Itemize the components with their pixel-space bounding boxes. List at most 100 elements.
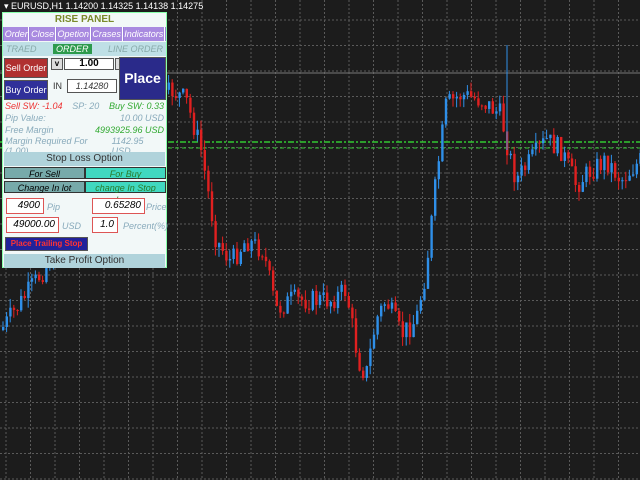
candle-body — [228, 259, 232, 261]
candle-body — [207, 170, 210, 192]
for-sell-button[interactable]: For Sell — [4, 167, 85, 179]
candle-body — [502, 103, 505, 132]
candle-body — [200, 129, 203, 150]
in-label: IN — [53, 81, 62, 91]
candle-body — [380, 305, 383, 317]
candle-body — [513, 153, 516, 183]
candle-body — [549, 134, 552, 139]
buy-swap: Buy SW: 0.33 — [108, 101, 164, 111]
candle-body — [243, 243, 246, 252]
lot-input[interactable]: 1.00 — [64, 58, 114, 70]
candle-body — [416, 310, 419, 325]
candle-body — [329, 301, 332, 307]
candle-body — [423, 288, 426, 300]
candle-body — [5, 316, 8, 327]
candle-body — [27, 281, 30, 299]
candle-body — [581, 182, 584, 192]
candle-body — [41, 280, 44, 282]
percent-input[interactable]: 1.0 — [92, 217, 118, 233]
candle-body — [621, 180, 624, 182]
entry-price-input[interactable]: 1.14280 — [67, 79, 117, 93]
candle-body — [326, 292, 329, 307]
place-button[interactable]: Place — [119, 57, 166, 100]
candle-body — [376, 316, 379, 335]
candle-body — [585, 166, 588, 183]
menu-order[interactable]: Order — [4, 27, 30, 41]
candle-body — [570, 158, 574, 167]
candle-body — [261, 256, 264, 258]
usd-input[interactable]: 49000.00 — [6, 217, 59, 233]
rise-panel: RISE PANEL Order Close Opetion Crases In… — [2, 12, 168, 268]
candle-body — [401, 321, 404, 338]
change-in-lot-button[interactable]: Change In lot — [4, 181, 85, 193]
candle-body — [441, 124, 444, 162]
candle-body — [524, 165, 527, 170]
candle-body — [405, 322, 408, 338]
candle-body — [448, 94, 451, 99]
candle-body — [185, 88, 188, 98]
candle-body — [606, 155, 610, 173]
candle-body — [408, 322, 412, 338]
candle-body — [318, 295, 322, 305]
candle-body — [236, 248, 239, 264]
menu-opetion[interactable]: Opetion — [56, 27, 91, 41]
candle-body — [596, 158, 599, 179]
candle-body — [509, 153, 512, 156]
candle-body — [232, 248, 235, 260]
candle-body — [610, 163, 613, 173]
candle-body — [210, 191, 214, 222]
candle-body — [45, 267, 48, 282]
candle-body — [578, 185, 581, 192]
lot-decrease-button[interactable]: v — [51, 58, 63, 70]
candle-body — [459, 97, 462, 100]
for-buy-button[interactable]: For Buy — [85, 167, 166, 179]
chart-title: ▾ EURUSD,H1 1.14200 1.14325 1.14138 1.14… — [0, 0, 203, 12]
candle-body — [567, 152, 570, 159]
panel-menu: Order Close Opetion Crases Indicators — [3, 27, 166, 41]
candle-body — [470, 91, 473, 97]
spread: SP: 20 — [72, 101, 100, 111]
menu-crases[interactable]: Crases — [91, 27, 123, 41]
place-trailing-stop-button[interactable]: Place Trailing Stop — [5, 237, 88, 251]
candle-body — [552, 134, 556, 154]
candle-body — [473, 96, 476, 99]
price-input[interactable]: 0.65280 — [92, 198, 145, 214]
tab-line-order[interactable]: LINE ORDER — [108, 44, 163, 54]
candle-body — [362, 370, 365, 378]
menu-close-option[interactable]: Close — [30, 27, 56, 41]
candle-body — [203, 149, 206, 171]
candle-body — [592, 176, 595, 179]
tab-traed[interactable]: TRAED — [6, 44, 37, 54]
candle-body — [430, 215, 433, 258]
candle-body — [358, 352, 361, 371]
candle-body — [372, 334, 376, 349]
usd-label: USD — [62, 221, 82, 231]
candle-body — [315, 290, 318, 305]
candle-body — [574, 166, 577, 186]
pip-input[interactable]: 4900 — [6, 198, 44, 214]
candle-body — [383, 304, 386, 306]
candle-body — [369, 348, 372, 367]
candle-body — [178, 92, 181, 98]
candle-body — [174, 96, 178, 98]
candle-body — [495, 111, 498, 114]
candle-body — [412, 324, 415, 338]
ohlc-values: 1.14200 1.14325 1.14138 1.14275 — [65, 1, 204, 11]
candle-body — [300, 296, 304, 300]
candle-body — [196, 129, 199, 135]
candle-body — [2, 326, 5, 330]
tab-order[interactable]: ORDER — [52, 44, 92, 54]
candle-body — [333, 301, 336, 309]
candle-body — [624, 180, 628, 182]
panel-title: RISE PANEL — [54, 14, 115, 25]
order-tabs: TRAED ORDER LINE ORDER — [3, 42, 166, 56]
sell-swap: Sell SW: -1.04 — [5, 101, 63, 111]
candle-body — [9, 307, 12, 317]
candle-body — [16, 309, 19, 311]
buy-order-button[interactable]: Buy Order — [4, 80, 48, 100]
change-in-stop-loss-button[interactable]: change In Stop Loss — [85, 181, 166, 205]
candle-body — [452, 94, 455, 99]
sell-order-button[interactable]: Sell Order — [4, 58, 48, 78]
menu-indicators[interactable]: Indicators — [123, 27, 165, 41]
free-margin: 4993925.96 USD — [94, 125, 164, 135]
